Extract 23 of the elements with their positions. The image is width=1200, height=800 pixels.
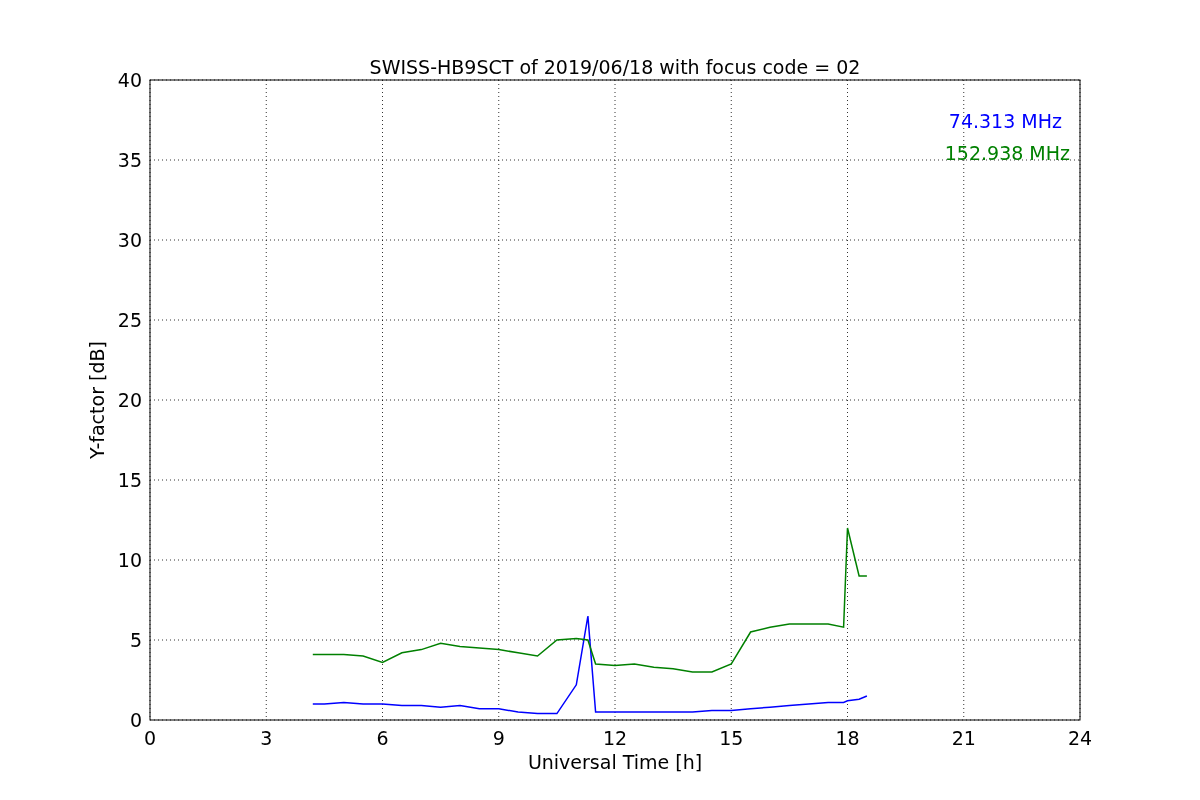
y-tick-label: 40 [117, 69, 142, 91]
series-label: 152.938 MHz [944, 142, 1070, 164]
y-tick-label: 15 [117, 469, 142, 491]
x-tick-label: 21 [951, 727, 976, 749]
chart-title: SWISS-HB9SCT of 2019/06/18 with focus code = 02 [369, 56, 861, 78]
y-tick-label: 5 [129, 629, 142, 651]
x-tick-label: 9 [492, 727, 505, 749]
x-tick-label: 3 [260, 727, 273, 749]
x-tick-label: 6 [376, 727, 389, 749]
y-axis-label: Y-factor [dB] [86, 341, 108, 459]
x-tick-label: 18 [835, 727, 860, 749]
x-tick-label: 15 [719, 727, 744, 749]
y-tick-label: 0 [129, 709, 142, 731]
series-label: 74.313 MHz [948, 110, 1062, 132]
x-axis-label: Universal Time [h] [527, 751, 703, 773]
x-tick-label: 0 [143, 727, 157, 749]
y-tick-label: 25 [117, 309, 142, 331]
y-tick-label: 35 [117, 149, 142, 171]
x-tick-label: 12 [602, 727, 628, 749]
x-tick-label: 24 [1067, 727, 1093, 749]
y-tick-label: 10 [117, 549, 142, 571]
y-tick-label: 20 [117, 389, 142, 411]
y-tick-label: 30 [117, 229, 142, 251]
